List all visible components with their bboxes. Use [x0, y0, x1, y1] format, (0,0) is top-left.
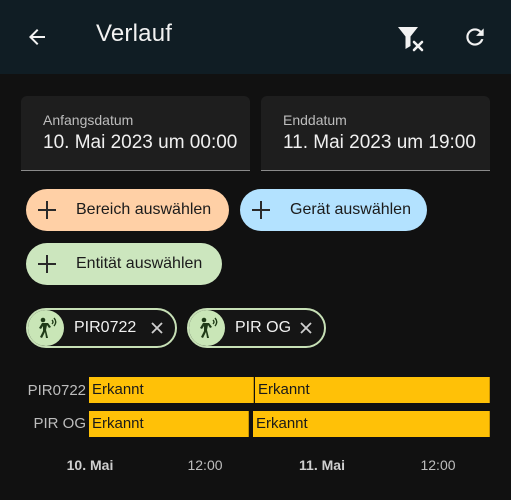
timeline-row-label: PIR0722 [27, 382, 86, 399]
refresh-button[interactable] [458, 20, 492, 54]
timeline-row-label: PIR OG [33, 415, 86, 432]
end-date-value: 11. Mai 2023 um 19:00 [283, 132, 476, 153]
page-title: Verlauf [96, 20, 173, 47]
select-area-label: Bereich auswählen [76, 201, 212, 218]
select-device-button[interactable]: Gerät auswählen [240, 189, 427, 231]
entity-chip-label: PIR OG [235, 319, 292, 336]
filter-remove-icon [398, 27, 424, 52]
segment-state: Erkannt [92, 415, 144, 432]
motion-sensor-icon [28, 310, 64, 346]
plus-icon [38, 201, 56, 219]
select-entity-button[interactable]: Entität auswählen [26, 243, 222, 285]
end-date-field[interactable]: Enddatum 11. Mai 2023 um 19:00 [261, 96, 490, 171]
timeline-segment[interactable]: Erkannt [89, 377, 254, 403]
x-tick-label: 11. Mai [299, 457, 345, 473]
top-app-bar: Verlauf [0, 0, 511, 74]
segment-state: Erkannt [92, 381, 144, 398]
x-tick-label: 10. Mai [66, 457, 114, 473]
segment-state: Erkannt [256, 415, 308, 432]
select-device-label: Gerät auswählen [290, 201, 411, 218]
entity-chip-pir-og[interactable]: PIR OG [187, 308, 326, 348]
timeline-segment[interactable]: Erkannt [253, 411, 490, 437]
timeline-segment[interactable]: Erkannt [255, 377, 490, 403]
select-entity-label: Entität auswählen [76, 255, 203, 272]
timeline-row-pir-og: Erkannt Erkannt [89, 411, 490, 437]
close-icon[interactable] [149, 320, 165, 336]
entity-chip-pir0722[interactable]: PIR0722 [26, 308, 177, 348]
arrow-left-icon [29, 29, 45, 45]
segment-state: Erkannt [258, 381, 310, 398]
back-button[interactable] [22, 22, 52, 52]
timeline-row-pir0722: Erkannt Erkannt [89, 377, 490, 403]
start-date-value: 10. Mai 2023 um 00:00 [43, 132, 238, 153]
x-tick-label: 12:00 [187, 457, 223, 473]
timeline-segment[interactable]: Erkannt [89, 411, 249, 437]
select-area-button[interactable]: Bereich auswählen [26, 189, 229, 231]
start-date-label: Anfangsdatum [43, 112, 134, 128]
end-date-label: Enddatum [283, 112, 347, 128]
motion-sensor-icon [189, 310, 225, 346]
clear-filter-button[interactable] [392, 20, 428, 56]
x-tick-label: 12:00 [420, 457, 456, 473]
plus-icon [38, 255, 56, 273]
entity-chip-label: PIR0722 [74, 319, 137, 336]
start-date-field[interactable]: Anfangsdatum 10. Mai 2023 um 00:00 [21, 96, 250, 171]
refresh-icon [466, 28, 484, 46]
close-icon[interactable] [298, 320, 314, 336]
plus-icon [252, 201, 270, 219]
